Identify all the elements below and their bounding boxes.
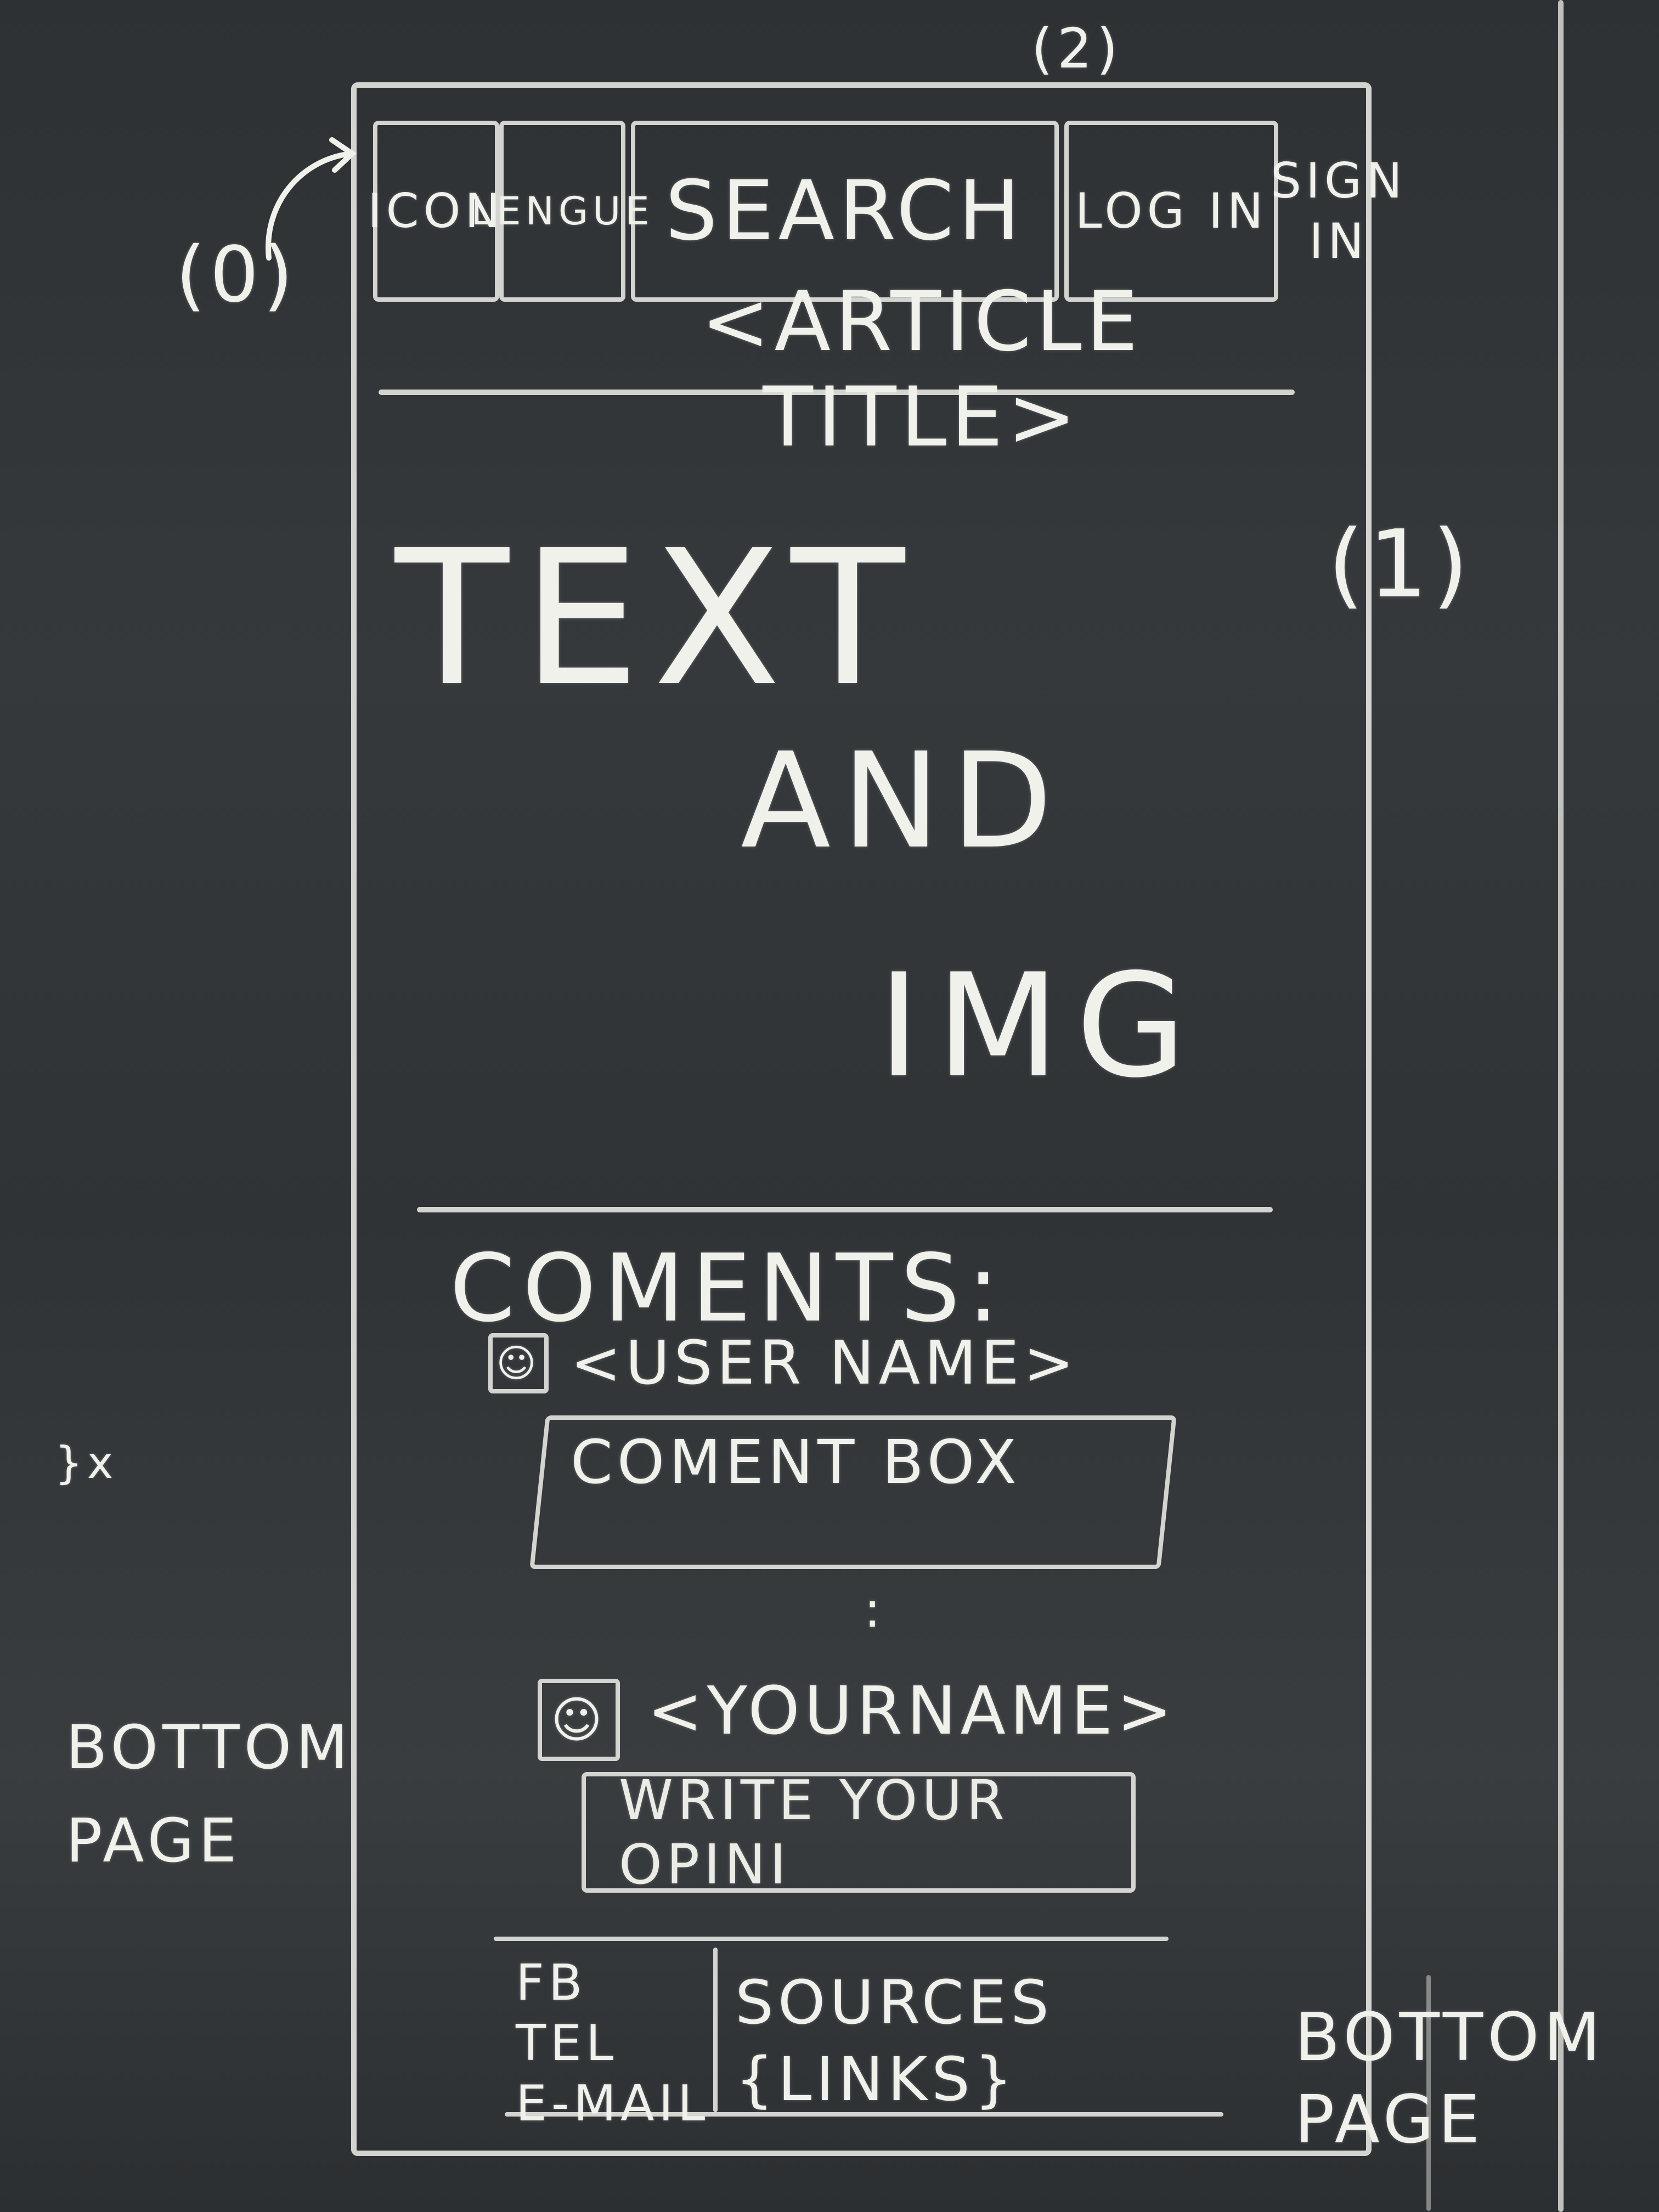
your-name-label: <YOURNAME> [647,1673,1177,1750]
footer-separator [713,1948,718,2112]
more-comments-ellipsis: : [864,1581,885,1639]
content-img-label: IMG [878,944,1203,1109]
annotation-left-x: }x [55,1437,118,1488]
footer-contact-links[interactable]: FB TEL E-MAIL [516,1953,709,2134]
footer-top-divider [494,1937,1169,1941]
annotation-arrow-icon [266,137,357,261]
article-title: <ARTICLE TITLE> [701,274,1143,465]
write-opinion-input[interactable]: WRITE YOUR OPINI [582,1768,1136,1897]
title-divider [379,390,1295,395]
comments-heading: COMENTS: [450,1234,1007,1343]
annotation-left-bottom-page: BOTTOM PAGE [66,1712,353,1876]
user-avatar-icon: ☺ [488,1333,549,1393]
content-text-label: TEXT [395,510,918,727]
annotation-label-2: (2) [1031,16,1122,81]
content-and-label: AND [741,724,1064,878]
board-edge-line [1558,0,1564,2212]
comment-user-name: <USER NAME> [571,1328,1079,1398]
your-avatar-icon: ☺ [538,1679,620,1761]
footer-bottom-divider [505,2112,1223,2117]
annotation-right-bottom-page: BOTTOM PAGE [1295,2000,1605,2158]
comment-box-label: COMENT BOX [571,1427,1021,1497]
footer-sources-links[interactable]: SOURCES {LINKS} [735,1964,1053,2118]
content-divider [417,1207,1273,1212]
annotation-label-1: (1) [1328,510,1473,619]
header-bar: ICON LENGUE SEARCH LOG IN SIGN IN [362,82,1402,302]
